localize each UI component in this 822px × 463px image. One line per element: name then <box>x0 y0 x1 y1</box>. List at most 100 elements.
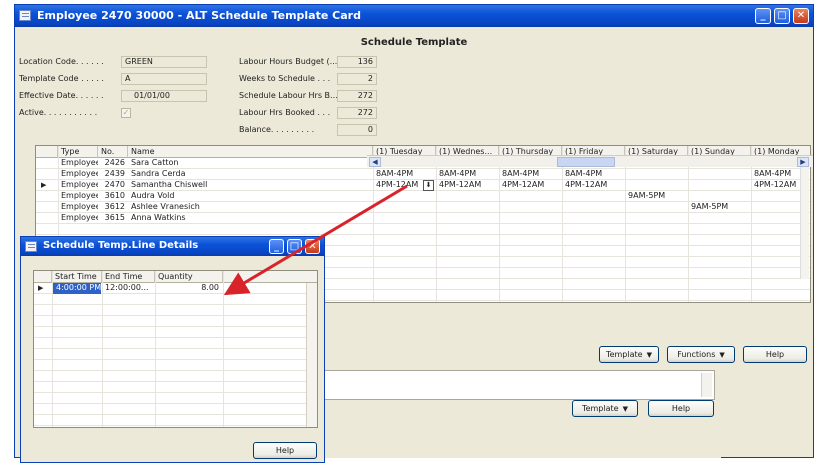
cell-friday[interactable] <box>562 191 625 202</box>
dialog-help-button[interactable]: Help <box>253 442 317 459</box>
line-details-grid: Start Time End Time Quantity ▶ 4:00:00 P… <box>33 270 318 428</box>
table-row-empty[interactable] <box>34 294 308 305</box>
weeks-to-schedule-field[interactable]: 2 <box>337 73 377 85</box>
grid-header-no[interactable]: No. <box>98 146 128 158</box>
table-row-empty[interactable] <box>34 404 308 415</box>
cell-tuesday[interactable] <box>373 213 436 224</box>
dropdown-arrow-icon: ▼ <box>719 351 725 359</box>
maximize-icon[interactable]: □ <box>774 8 790 24</box>
table-row-empty[interactable] <box>34 393 308 404</box>
cell-tuesday[interactable]: 4PM-12AM <box>373 180 422 191</box>
functions-menu-button[interactable]: Functions ▼ <box>667 346 735 363</box>
dialog-vertical-scrollbar[interactable] <box>306 283 317 427</box>
table-row-empty[interactable] <box>34 327 308 338</box>
table-row-empty[interactable] <box>36 224 810 235</box>
effective-date-field[interactable]: 01/01/00 <box>121 90 207 102</box>
schedule-temp-line-details-dialog: Schedule Temp.Line Details _ □ ✕ Start T… <box>20 236 325 463</box>
cell-thursday[interactable] <box>499 191 562 202</box>
cell-thursday[interactable]: 8AM-4PM <box>499 169 562 180</box>
cell-thursday[interactable] <box>499 202 562 213</box>
cell-wednesday[interactable] <box>436 191 499 202</box>
cell-no: 3612 <box>104 202 125 211</box>
cell-no: 2439 <box>104 169 125 178</box>
main-titlebar[interactable]: Employee 2470 30000 - ALT Schedule Templ… <box>15 5 813 27</box>
grid-header-name[interactable]: Name <box>128 146 373 158</box>
balance-field[interactable]: 0 <box>337 124 377 136</box>
cell-start-time[interactable]: 4:00:00 PM <box>53 283 101 294</box>
cell-name: Audra Vold <box>131 191 175 200</box>
cell-tuesday[interactable] <box>373 202 436 213</box>
template-menu-button[interactable]: Template ▼ <box>599 346 659 363</box>
close-icon[interactable]: ✕ <box>305 239 320 254</box>
background-scrollbar[interactable] <box>701 373 712 397</box>
dialog-title: Schedule Temp.Line Details <box>43 240 199 251</box>
cell-thursday[interactable] <box>499 213 562 224</box>
cell-saturday[interactable] <box>625 169 688 180</box>
table-row-empty[interactable] <box>34 415 308 426</box>
grid-header-type[interactable]: Type <box>58 146 98 158</box>
row-pointer-icon: ▶ <box>38 284 44 292</box>
cell-wednesday[interactable] <box>436 213 499 224</box>
balance-label: Balance. . . . . . . . . <box>239 125 315 134</box>
table-row[interactable]: Employee 2439 Sandra Cerda 8AM-4PM 8AM-4… <box>36 169 810 180</box>
cell-sunday[interactable] <box>688 191 751 202</box>
active-checkbox[interactable]: ✓ <box>121 108 131 118</box>
grid-vertical-scrollbar[interactable] <box>800 159 809 279</box>
cell-friday[interactable] <box>562 213 625 224</box>
cell-saturday[interactable] <box>625 213 688 224</box>
maximize-icon[interactable]: □ <box>287 239 302 254</box>
background-template-menu-button[interactable]: Template ▼ <box>572 400 638 417</box>
scroll-right-icon[interactable]: ▶ <box>797 157 809 167</box>
minimize-icon[interactable]: _ <box>269 239 284 254</box>
close-icon[interactable]: ✕ <box>793 8 809 24</box>
cell-end-time[interactable]: 12:00:00... <box>102 283 155 294</box>
cell-tuesday[interactable] <box>373 191 436 202</box>
cell-saturday[interactable]: 9AM-5PM <box>625 191 688 202</box>
table-row-empty[interactable] <box>34 371 308 382</box>
dialog-titlebar[interactable]: Schedule Temp.Line Details _ □ ✕ <box>21 237 324 256</box>
cell-friday[interactable]: 8AM-4PM <box>562 169 625 180</box>
grid-header-end-time[interactable]: End Time <box>102 271 155 283</box>
cell-tuesday[interactable]: 8AM-4PM <box>373 169 436 180</box>
minimize-icon[interactable]: _ <box>755 8 771 24</box>
cell-friday[interactable] <box>562 202 625 213</box>
cell-thursday[interactable]: 4PM-12AM <box>499 180 562 191</box>
cell-sunday[interactable] <box>688 213 751 224</box>
grid-horizontal-scrollbar[interactable]: ◀ ▶ <box>367 155 813 167</box>
table-row-empty[interactable] <box>34 305 308 316</box>
table-row-empty[interactable] <box>34 338 308 349</box>
cell-wednesday[interactable]: 8AM-4PM <box>436 169 499 180</box>
cell-friday[interactable]: 4PM-12AM <box>562 180 625 191</box>
table-row[interactable]: Employee 3615 Anna Watkins <box>36 213 810 224</box>
cell-sunday[interactable] <box>688 180 751 191</box>
table-row-selected[interactable]: ▶ Employee 2470 Samantha Chiswell 4PM-12… <box>36 180 810 191</box>
labour-hrs-booked-field[interactable]: 272 <box>337 107 377 119</box>
location-code-field[interactable]: GREEN <box>121 56 207 68</box>
grid-header-quantity[interactable]: Quantity <box>155 271 223 283</box>
table-row[interactable]: Employee 3610 Audra Vold 9AM-5PM <box>36 191 810 202</box>
scroll-left-icon[interactable]: ◀ <box>369 157 381 167</box>
background-help-button[interactable]: Help <box>648 400 714 417</box>
labour-hours-budget-field[interactable]: 136 <box>337 56 377 68</box>
scroll-thumb[interactable] <box>557 157 615 167</box>
grid-header-start-time[interactable]: Start Time <box>52 271 102 283</box>
cell-sunday[interactable]: 9AM-5PM <box>688 202 751 213</box>
template-code-field[interactable]: A <box>121 73 207 85</box>
table-row-empty[interactable] <box>34 349 308 360</box>
form-icon <box>19 10 31 21</box>
table-row-empty[interactable] <box>34 316 308 327</box>
table-row-selected[interactable]: ▶ 4:00:00 PM 12:00:00... 8.00 <box>34 283 308 294</box>
schedule-labour-hrs-field[interactable]: 272 <box>337 90 377 102</box>
cell-sunday[interactable] <box>688 169 751 180</box>
cell-quantity[interactable]: 8.00 <box>155 283 223 294</box>
cell-saturday[interactable] <box>625 180 688 191</box>
help-button[interactable]: Help <box>743 346 807 363</box>
cell-saturday[interactable] <box>625 202 688 213</box>
lookup-button-icon[interactable]: ⬇ <box>423 180 434 191</box>
table-row[interactable]: Employee 3612 Ashlee Vranesich 9AM-5PM <box>36 202 810 213</box>
table-row-empty[interactable] <box>34 360 308 371</box>
table-row-empty[interactable] <box>34 382 308 393</box>
cell-name: Ashlee Vranesich <box>131 202 200 211</box>
cell-wednesday[interactable] <box>436 202 499 213</box>
cell-wednesday[interactable]: 4PM-12AM <box>436 180 499 191</box>
